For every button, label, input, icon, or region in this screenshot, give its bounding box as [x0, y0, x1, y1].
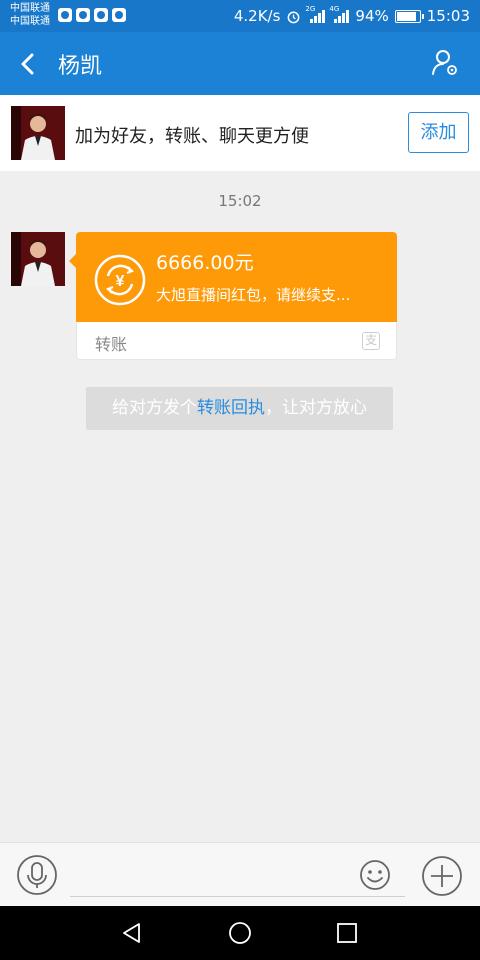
carrier-2: 中国联通: [10, 16, 50, 27]
add-friend-button[interactable]: 添加: [408, 112, 469, 153]
transfer-receipt-notice: 给对方发个转账回执，让对方放心: [86, 387, 393, 430]
alarm-icon: [288, 11, 300, 23]
video-notification-icon: [76, 8, 90, 22]
yen-transfer-icon: ¥: [94, 254, 146, 306]
add-friend-banner: 加为好友，转账、聊天更方便 添加: [0, 95, 480, 171]
battery-icon: [394, 9, 424, 23]
notice-suffix: ，让对方放心: [265, 398, 367, 418]
message-timestamp: 15:02: [218, 192, 262, 210]
avatar[interactable]: [11, 106, 65, 160]
status-bar: 中国联通 中国联通 4.2K/s 2G 4G 94% 15:03: [0, 0, 480, 32]
page-title: 杨凯: [58, 54, 103, 79]
transfer-receipt-link[interactable]: 转账回执: [197, 398, 265, 418]
emoji-icon[interactable]: [359, 859, 391, 891]
person-settings-icon[interactable]: [430, 48, 460, 78]
signal-1-icon: 2G: [305, 5, 326, 23]
notice-prefix: 给对方发个: [112, 398, 197, 418]
chat-input-bar: [0, 842, 480, 907]
svg-text:¥: ¥: [116, 273, 125, 290]
add-friend-prompt: 加为好友，转账、聊天更方便: [75, 126, 309, 147]
plus-icon[interactable]: [421, 855, 463, 897]
chevron-left-icon[interactable]: [14, 50, 42, 78]
notification-icons: [58, 8, 126, 22]
qq-notification-icon: [94, 8, 108, 22]
signal-2-icon: 4G: [329, 5, 350, 23]
nav-back-icon[interactable]: [119, 920, 145, 946]
message-input[interactable]: [70, 896, 405, 897]
battery-percent: 94%: [355, 7, 389, 25]
browser-notification-icon: [112, 8, 126, 22]
app-notification-icon: [58, 8, 72, 22]
nav-recents-icon[interactable]: [334, 920, 360, 946]
carrier-1: 中国联通: [10, 3, 50, 14]
transfer-type-label: 转账: [95, 335, 128, 354]
transfer-message-card[interactable]: ¥ 6666.00元 大旭直播间红包，请继续支... 转账 支: [69, 232, 397, 360]
transfer-amount: 6666.00元: [156, 252, 254, 274]
navigation-bar: [0, 906, 480, 960]
clock: 15:03: [426, 7, 470, 25]
network-speed: 4.2K/s: [233, 7, 281, 25]
transfer-card-header: ¥ 6666.00元 大旭直播间红包，请继续支...: [69, 232, 397, 322]
carrier-info: 中国联通 中国联通: [10, 2, 50, 28]
sender-avatar[interactable]: [11, 232, 65, 286]
title-bar: 杨凯: [0, 32, 480, 95]
transfer-description: 大旭直播间红包，请继续支...: [156, 286, 351, 304]
transfer-card-footer: 转账 支: [76, 322, 397, 360]
alipay-icon: 支: [362, 332, 380, 350]
microphone-icon[interactable]: [16, 854, 58, 896]
nav-home-icon[interactable]: [227, 920, 253, 946]
